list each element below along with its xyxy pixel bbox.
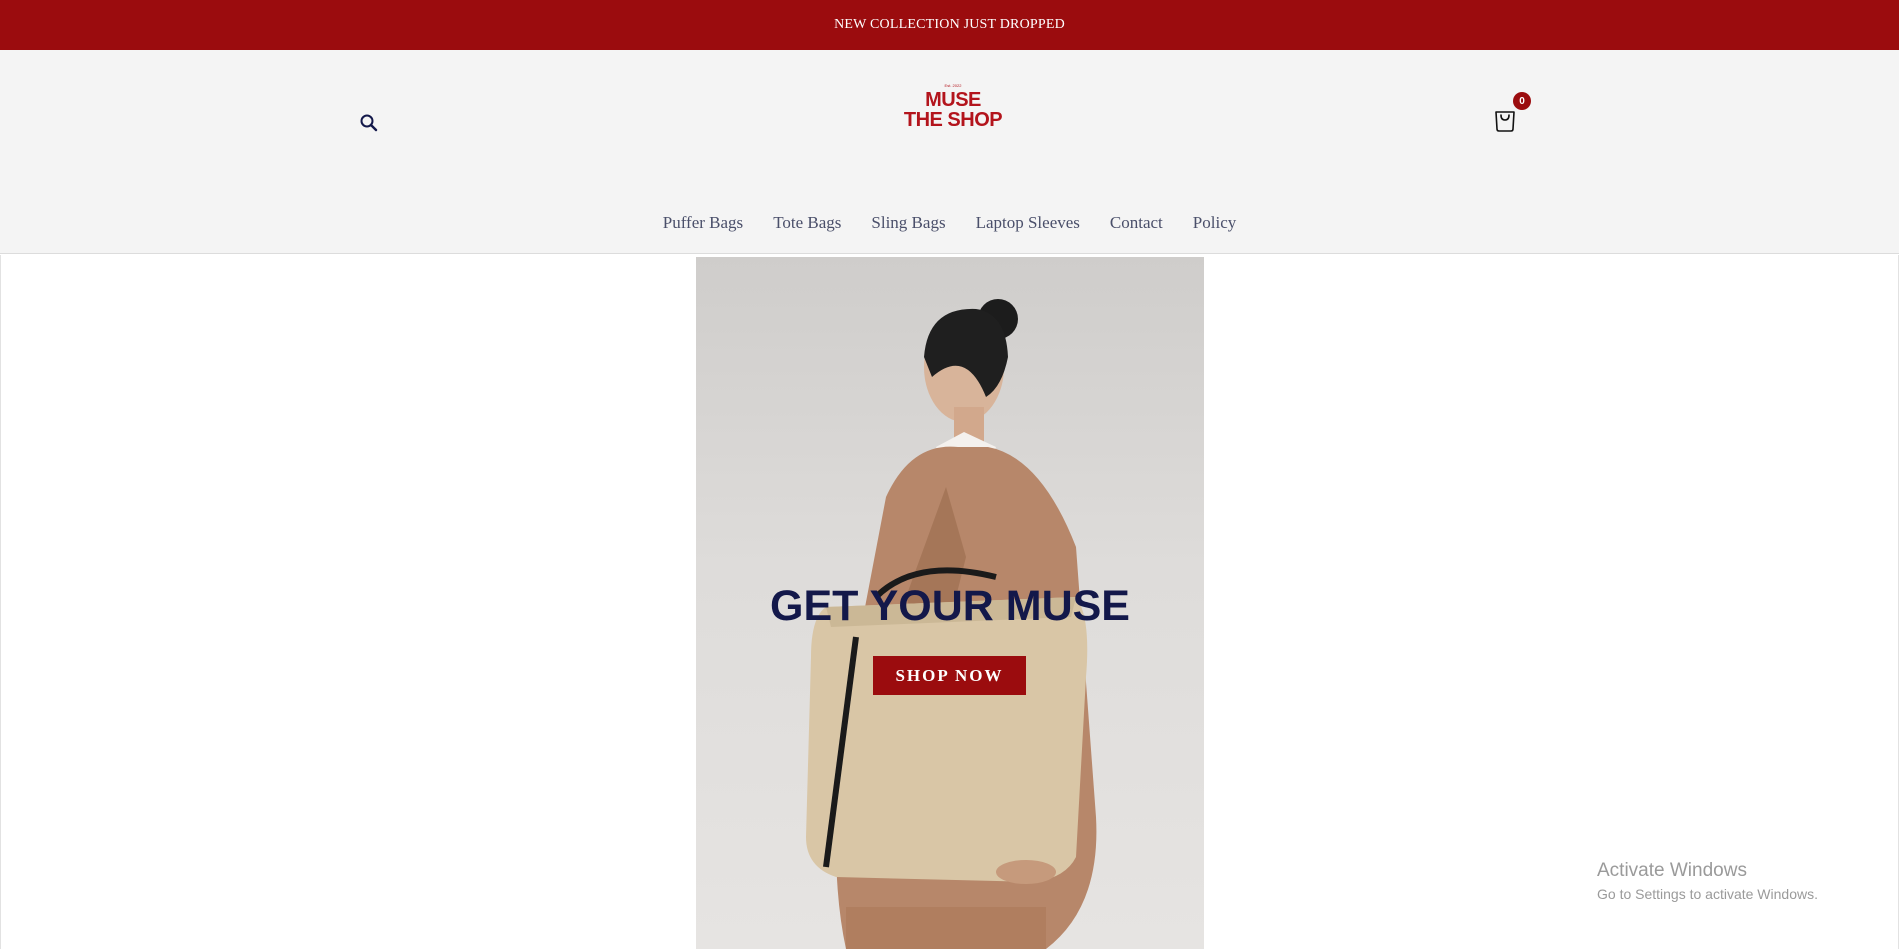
nav-item-laptop-sleeves[interactable]: Laptop Sleeves bbox=[961, 208, 1095, 238]
announcement-bar: NEW COLLECTION JUST DROPPED bbox=[0, 0, 1899, 50]
main-nav: Puffer Bags Tote Bags Sling Bags Laptop … bbox=[0, 208, 1899, 238]
hero-title: GET YOUR MUSE bbox=[770, 582, 1130, 630]
announcement-text: NEW COLLECTION JUST DROPPED bbox=[834, 17, 1065, 32]
nav-item-policy[interactable]: Policy bbox=[1178, 208, 1251, 238]
search-icon bbox=[360, 114, 378, 132]
logo-line-2: THE SHOP bbox=[903, 109, 1003, 131]
search-button[interactable] bbox=[356, 110, 382, 136]
watermark-subtitle: Go to Settings to activate Windows. bbox=[1597, 886, 1818, 902]
activate-windows-watermark: Activate Windows Go to Settings to activ… bbox=[1597, 858, 1818, 904]
watermark-title: Activate Windows bbox=[1597, 860, 1747, 881]
cart-button[interactable] bbox=[1490, 104, 1520, 134]
nav-item-tote-bags[interactable]: Tote Bags bbox=[758, 208, 856, 238]
nav-item-sling-bags[interactable]: Sling Bags bbox=[856, 208, 960, 238]
nav-item-contact[interactable]: Contact bbox=[1095, 208, 1178, 238]
nav-item-puffer-bags[interactable]: Puffer Bags bbox=[648, 208, 758, 238]
logo-line-1: MUSE bbox=[925, 89, 981, 111]
site-logo[interactable]: Est. 2022 MUSE THE SHOP bbox=[900, 82, 1006, 144]
cart-count-badge: 0 bbox=[1513, 92, 1531, 110]
shopping-bag-icon bbox=[1495, 111, 1515, 132]
shop-now-button[interactable]: SHOP NOW bbox=[873, 656, 1026, 695]
